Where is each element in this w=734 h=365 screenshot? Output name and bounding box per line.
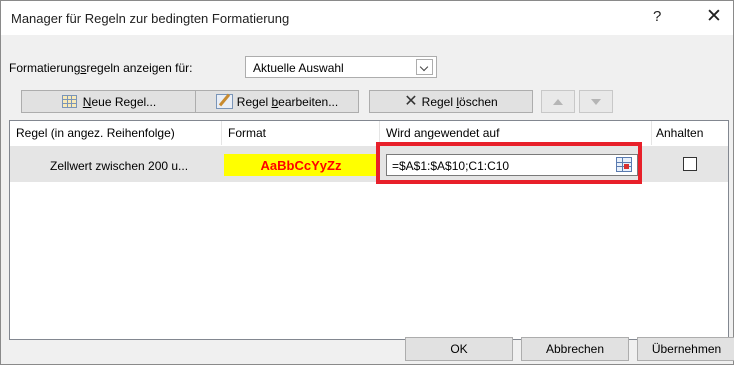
edit-rule-button[interactable]: Regel bearbeiten... [195, 90, 359, 113]
close-icon[interactable]: ✕ [706, 5, 722, 28]
highlight-annotation [376, 142, 642, 184]
delete-rule-button[interactable]: ✕ Regel löschen [369, 90, 533, 113]
show-rules-label-prefix: Formatierung [9, 61, 81, 75]
column-header-format[interactable]: Format [222, 121, 380, 145]
title-bar: Manager für Regeln zur bedingten Formati… [1, 1, 733, 35]
edit-rule-label: Regel bearbeiten... [237, 95, 338, 109]
arrow-down-icon [591, 98, 601, 105]
select-value: Aktuelle Auswahl [253, 61, 344, 75]
new-rule-label-suffix: eue Regel... [91, 94, 157, 109]
delete-rule-label: Regel löschen [422, 95, 498, 109]
cancel-button[interactable]: Abbrechen [521, 337, 629, 361]
column-header-rule[interactable]: Regel (in angez. Reihenfolge) [10, 121, 222, 145]
chevron-down-icon[interactable] [416, 59, 433, 75]
edit-rule-label-suffix: earbeiten... [278, 94, 339, 109]
new-rule-label: Neue Regel... [83, 95, 156, 109]
apply-button[interactable]: Übernehmen [637, 337, 734, 361]
column-header-stop-if-true[interactable]: Anhalten [652, 121, 728, 145]
edit-rule-label-prefix: Regel [236, 94, 272, 109]
conditional-formatting-dialog: Manager für Regeln zur bedingten Formati… [0, 0, 734, 365]
move-up-button[interactable] [541, 90, 575, 113]
dialog-title: Manager für Regeln zur bedingten Formati… [11, 11, 290, 26]
ok-button[interactable]: OK [405, 337, 513, 361]
help-button[interactable]: ? [653, 8, 661, 25]
new-rule-icon [61, 95, 77, 108]
arrow-up-icon [553, 98, 563, 105]
delete-rule-label-suffix: öschen [459, 94, 498, 109]
show-rules-label: Formatierungsregeln anzeigen für: [9, 61, 192, 75]
new-rule-button[interactable]: Neue Regel... [21, 90, 197, 113]
edit-rule-icon [215, 94, 233, 109]
format-preview: AaBbCcYyZz [224, 154, 378, 176]
stop-if-true-checkbox[interactable] [683, 157, 697, 171]
rule-description: Zellwert zwischen 200 u... [50, 159, 189, 173]
show-rules-label-suffix: regeln anzeigen für: [86, 61, 193, 75]
show-rules-for-select[interactable]: Aktuelle Auswahl [245, 56, 437, 78]
delete-icon: ✕ [404, 92, 418, 110]
delete-rule-label-prefix: Regel [421, 94, 457, 109]
move-down-button[interactable] [579, 90, 613, 113]
